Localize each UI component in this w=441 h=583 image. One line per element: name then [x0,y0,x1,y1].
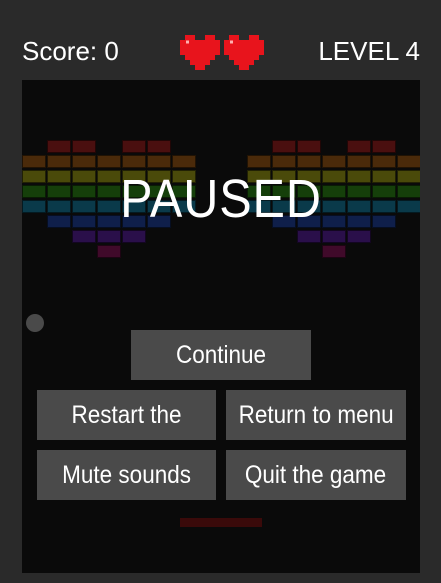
continue-button-label: Continue [175,341,267,369]
quit-game-button[interactable]: Quit the game [226,450,406,500]
hud: Score: 0 LEVEL 4 [0,0,441,80]
quit-game-button-label: Quit the game [245,461,387,489]
game-arena: PAUSED Continue Restart the level Return… [22,80,420,573]
heart-icon [224,35,264,70]
return-to-menu-button[interactable]: Return to menu [226,390,406,440]
pause-overlay: PAUSED Continue Restart the level Return… [22,80,420,573]
mute-sounds-button[interactable]: Mute sounds [37,450,216,500]
lives-indicator [180,34,264,72]
score-label: Score: 0 [22,36,119,66]
level-label: LEVEL 4 [318,36,420,66]
mute-sounds-button-label: Mute sounds [62,461,191,489]
restart-level-button[interactable]: Restart the level [37,390,216,479]
continue-button[interactable]: Continue [131,330,311,380]
heart-icon [180,35,220,70]
return-to-menu-button-label: Return to menu [238,401,394,429]
paused-title: PAUSED [120,169,322,229]
